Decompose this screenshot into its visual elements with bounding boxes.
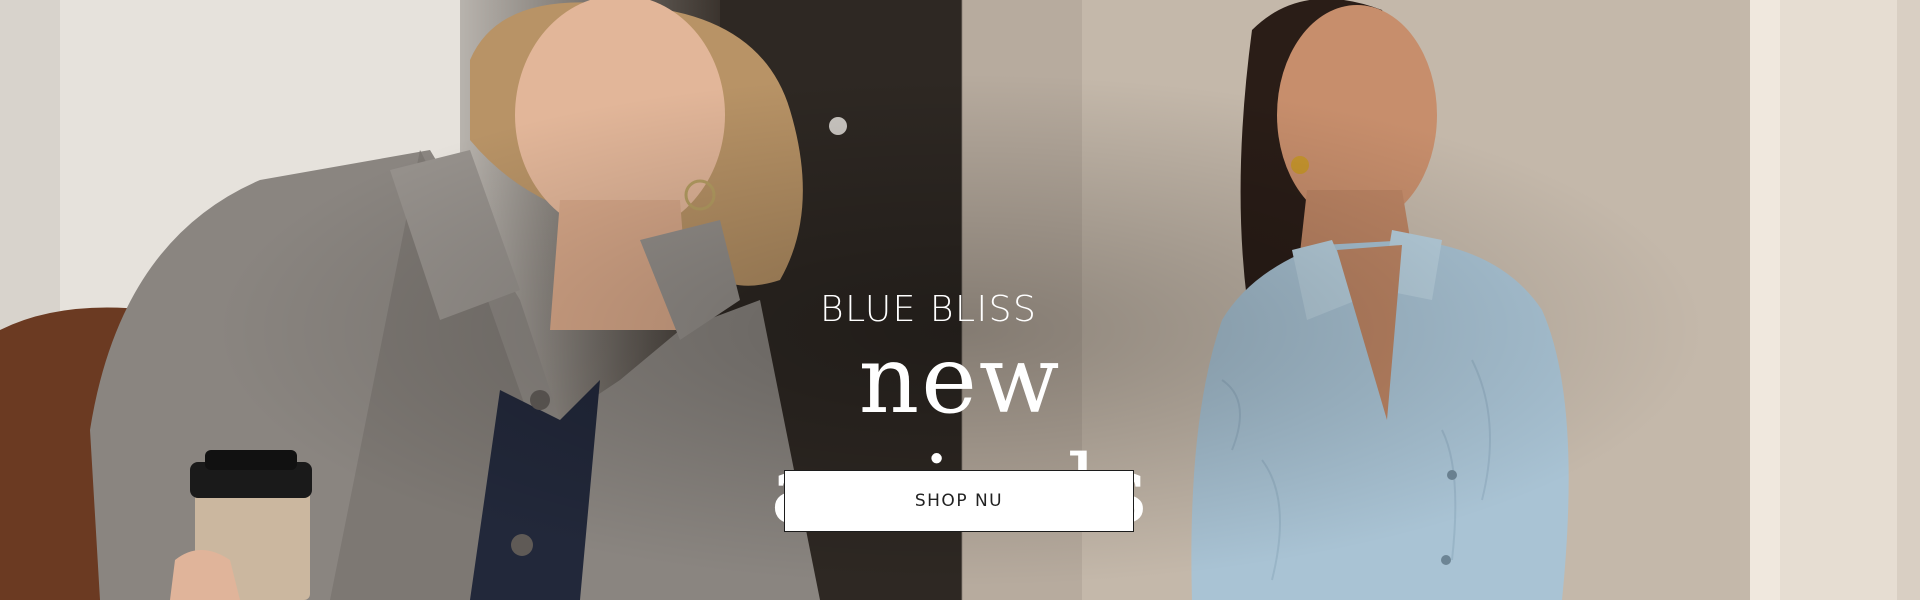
shop-now-button[interactable]: SHOP NU	[784, 470, 1134, 532]
hero-banner[interactable]: BLUE BLISS new arrivals SHOP NU	[0, 0, 1920, 600]
